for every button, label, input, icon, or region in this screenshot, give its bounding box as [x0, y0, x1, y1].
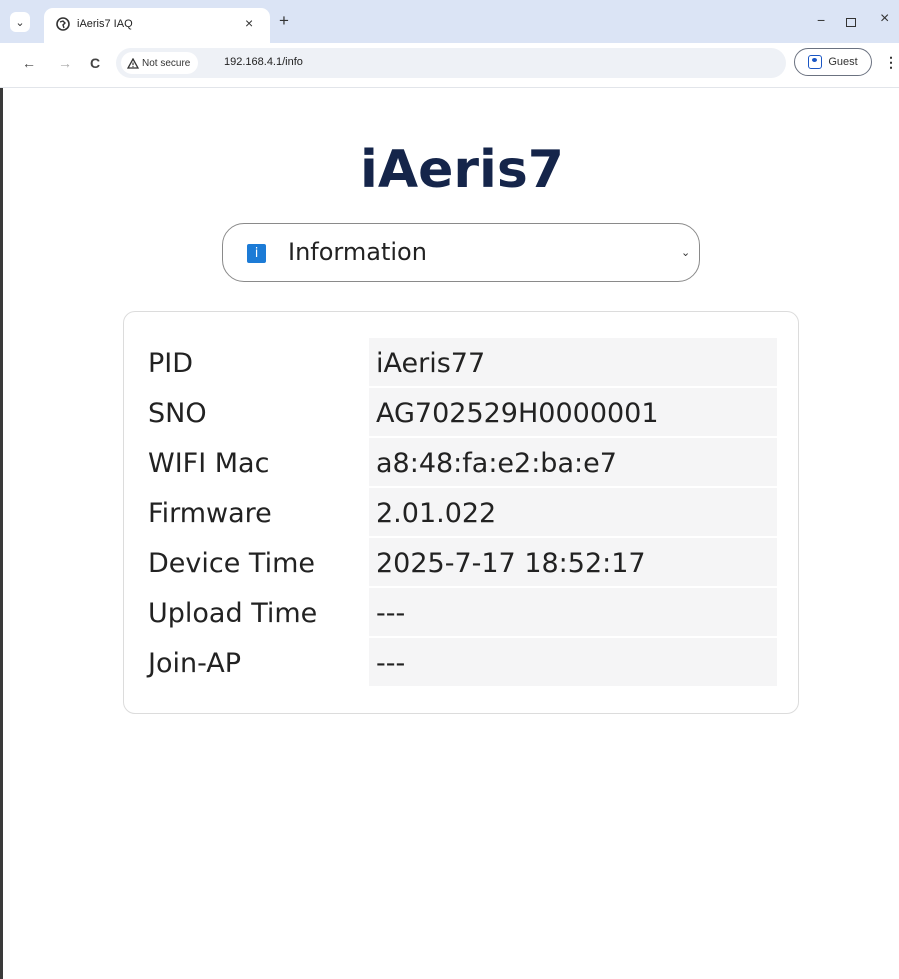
info-value: iAeris77 [376, 348, 486, 379]
browser-toolbar: ← → C Not secure 192.168.4.1/info Guest … [0, 43, 899, 88]
info-label: Join-AP [148, 648, 241, 679]
info-label: WIFI Mac [148, 448, 270, 479]
info-value-cell: iAeris77 [369, 338, 777, 386]
info-label: Upload Time [148, 598, 318, 629]
info-row: WIFI Mac a8:48:fa:e2:ba:e7 [124, 438, 800, 486]
back-button[interactable]: ← [22, 54, 36, 72]
info-row: SNO AG702529H0000001 [124, 388, 800, 436]
tab-close-icon[interactable]: × [245, 15, 253, 31]
page-select-dropdown[interactable]: i Information ⌄ [222, 223, 700, 282]
page-title: iAeris7 [360, 140, 564, 200]
new-tab-button[interactable]: + [279, 12, 289, 30]
selected-option: Information [288, 238, 427, 266]
info-value: a8:48:fa:e2:ba:e7 [376, 448, 617, 479]
tab-search-button[interactable]: ⌄ [10, 12, 30, 32]
info-value: 2.01.022 [376, 498, 497, 529]
globe-icon [56, 17, 70, 31]
info-label: SNO [148, 398, 207, 429]
info-label: Firmware [148, 498, 272, 529]
profile-icon [808, 55, 823, 69]
address-bar[interactable]: Not secure 192.168.4.1/info [116, 48, 786, 78]
info-value-cell: --- [369, 638, 777, 686]
info-value-cell: --- [369, 588, 777, 636]
browser-tab-bar: ⌄ iAeris7 IAQ × + − × [0, 0, 899, 43]
info-value: AG702529H0000001 [376, 398, 659, 429]
info-value-cell: AG702529H0000001 [369, 388, 777, 436]
chevron-down-icon: ⌄ [15, 16, 25, 29]
info-value: --- [376, 648, 406, 679]
info-row: PID iAeris77 [124, 338, 800, 386]
forward-button[interactable]: → [58, 54, 72, 72]
window-edge [0, 88, 3, 979]
more-menu-icon[interactable]: ⋮ [884, 54, 898, 71]
maximize-button[interactable] [846, 18, 856, 27]
info-row: Upload Time --- [124, 588, 800, 636]
info-value-cell: 2.01.022 [369, 488, 777, 536]
info-card: PID iAeris77 SNO AG702529H0000001 WIFI Mac a8… [123, 311, 799, 714]
info-row: Join-AP --- [124, 638, 800, 686]
minimize-button[interactable]: − [817, 12, 825, 28]
profile-label: Guest [828, 56, 858, 68]
info-value: 2025-7-17 18:52:17 [376, 548, 646, 579]
info-label: Device Time [148, 548, 315, 579]
close-window-button[interactable]: × [880, 10, 889, 28]
security-label: Not secure [142, 57, 191, 69]
url-text[interactable]: 192.168.4.1/info [224, 56, 303, 68]
info-label: PID [148, 348, 194, 379]
info-value: --- [376, 598, 406, 629]
info-icon: i [247, 244, 266, 263]
tab-title: iAeris7 IAQ [77, 18, 133, 30]
info-row: Device Time 2025-7-17 18:52:17 [124, 538, 800, 586]
chevron-down-icon: ⌄ [681, 247, 691, 259]
browser-tab[interactable]: iAeris7 IAQ × [44, 8, 270, 43]
info-value-cell: a8:48:fa:e2:ba:e7 [369, 438, 777, 486]
info-value-cell: 2025-7-17 18:52:17 [369, 538, 777, 586]
profile-button[interactable]: Guest [794, 48, 872, 76]
info-row: Firmware 2.01.022 [124, 488, 800, 536]
reload-button[interactable]: C [90, 54, 100, 72]
warning-icon [127, 57, 139, 69]
security-indicator[interactable]: Not secure [121, 52, 199, 74]
